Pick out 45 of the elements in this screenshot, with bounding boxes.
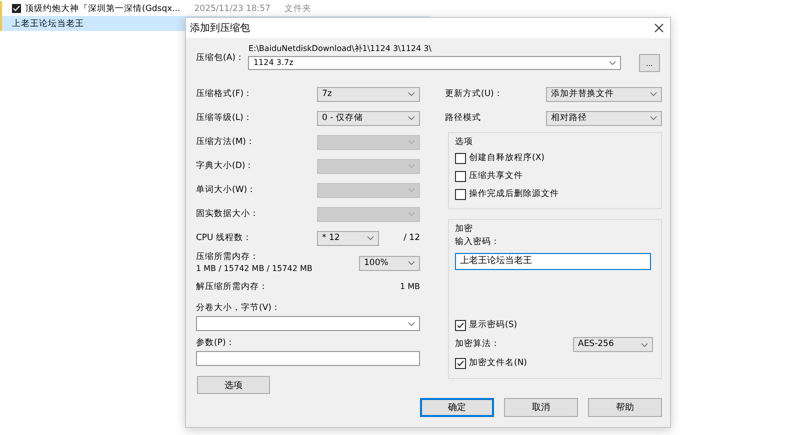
field-label: CPU 线程数： <box>196 232 252 244</box>
field-label: 加密算法： <box>455 339 500 350</box>
field-label: 解压缩所需内存： <box>196 282 268 292</box>
thread-total: / 12 <box>404 232 420 244</box>
field-label: 压缩包(A)： <box>196 53 244 64</box>
dropdown[interactable]: AES-256 <box>573 337 653 352</box>
file-date: 2025/11/23 18:57 <box>194 4 270 14</box>
checkbox[interactable]: 创建自释放程序(X) <box>455 150 655 166</box>
group-title: 加密 <box>455 224 474 234</box>
field-label: 固实数据大小： <box>196 208 259 220</box>
dropdown[interactable]: 0 - 仅存储 <box>317 110 420 126</box>
memory-value: 1 MB <box>400 282 420 292</box>
password-field[interactable]: 上老王论坛当老王 <box>455 252 651 270</box>
field-label: 压缩所需内存： <box>196 252 260 262</box>
checkbox[interactable]: 加密文件名(N) <box>455 356 655 372</box>
dropdown[interactable]: 添加并替换文件 <box>546 86 662 102</box>
checkbox[interactable]: 操作完成后删除源文件 <box>455 186 655 202</box>
dialog-button[interactable]: 确定 <box>420 398 494 417</box>
field-label: 分卷大小，字节(V)： <box>196 302 280 314</box>
field-label: 压缩等级(L)： <box>196 112 252 124</box>
field-label: 压缩格式(F)： <box>196 88 253 100</box>
dropdown[interactable]: * 12 <box>317 230 379 246</box>
options-button[interactable]: 选项 <box>197 376 270 394</box>
dialog-button[interactable]: 取消 <box>504 398 578 417</box>
dropdown[interactable]: 100% <box>359 256 420 270</box>
memory-usage: 1 MB / 15742 MB / 15742 MB <box>196 264 312 274</box>
group-title: 选项 <box>455 137 474 148</box>
dropdown[interactable]: 相对路径 <box>546 110 662 126</box>
field-label: 单词大小(W)： <box>196 184 256 196</box>
file-type: 文件夹 <box>284 2 312 14</box>
dialog-button[interactable]: 帮助 <box>588 398 662 417</box>
dropdown[interactable]: 7z <box>317 86 420 102</box>
field-label: 路径模式 <box>445 112 481 124</box>
file-name: 上老王论坛当老王 <box>12 18 84 30</box>
archive-name-field[interactable]: 1124 3.7z <box>248 56 621 70</box>
checkbox[interactable]: 显示密码(S) <box>455 318 655 334</box>
checkbox[interactable]: 压缩共享文件 <box>455 168 655 184</box>
field-label: 输入密码： <box>455 237 501 248</box>
field-label: 压缩方法(M)： <box>196 136 255 148</box>
archive-path: E:\BaiduNetdiskDownload\补1\1124 3\1124 3\ <box>248 44 432 54</box>
field-label: 字典大小(D)： <box>196 160 254 172</box>
field-label: 更新方式(U)： <box>445 88 503 100</box>
file-name: 顶级约炮大神『深圳第一深情(Gdsqx... <box>25 2 180 14</box>
field-label: 参数(P)： <box>196 338 235 348</box>
browse-button[interactable]: ... <box>638 54 660 72</box>
